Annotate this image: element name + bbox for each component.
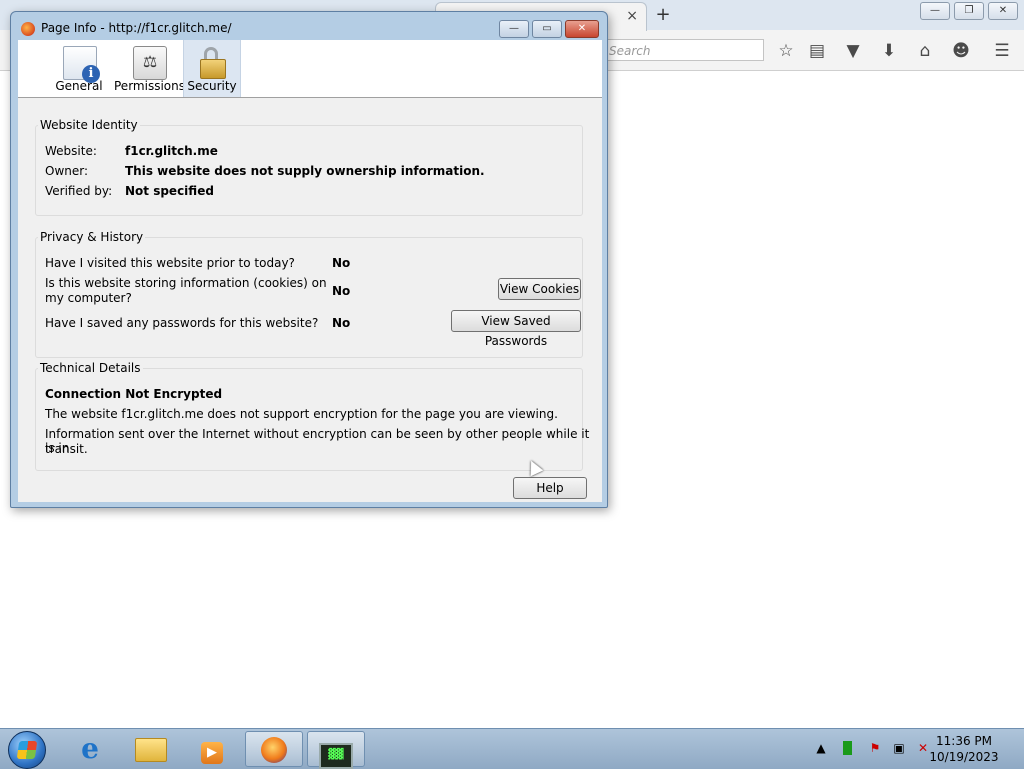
owner-label: Owner: <box>45 164 89 178</box>
transit-warning-line1: Information sent over the Internet witho… <box>45 427 590 455</box>
clock-time: 11:36 PM <box>936 734 992 748</box>
reading-list-icon[interactable]: ▤ <box>805 39 829 63</box>
verified-value: Not specified <box>125 184 214 198</box>
cookies-answer: No <box>332 284 351 298</box>
clock-date: 10/19/2023 <box>929 750 999 764</box>
cookies-question-line2: my computer? <box>45 291 132 305</box>
dialog-window-controls: — ▭ ✕ <box>499 20 599 38</box>
page-info-dialog: Page Info - http://f1cr.glitch.me/ — ▭ ✕… <box>10 11 608 508</box>
lock-icon <box>196 46 228 79</box>
help-button[interactable]: Help <box>513 477 587 499</box>
connection-status-heading: Connection Not Encrypted <box>45 387 223 401</box>
tab-security-label: Security <box>187 79 237 93</box>
info-icon: i <box>63 46 100 83</box>
view-saved-passwords-button[interactable]: View Saved Passwords <box>451 310 581 348</box>
visited-answer: No <box>332 256 351 270</box>
dialog-maximize-button[interactable]: ▭ <box>532 20 562 38</box>
tab-permissions[interactable]: ⚖ Permissions <box>114 40 185 97</box>
technical-details-legend: Technical Details <box>40 361 141 375</box>
owner-value: This website does not supply ownership i… <box>125 164 485 178</box>
windows-logo-icon <box>16 741 38 759</box>
passwords-answer: No <box>332 316 351 330</box>
star-icon[interactable]: ☆ <box>774 39 798 63</box>
tab-close-icon[interactable]: × <box>626 8 638 24</box>
chat-icon[interactable]: ☻ <box>949 39 973 63</box>
tab-general-label: General <box>55 79 103 93</box>
show-hidden-icons-icon[interactable]: ▲ <box>814 741 828 755</box>
dialog-close-button[interactable]: ✕ <box>565 20 599 38</box>
clock[interactable]: 11:36 PM 10/19/2023 <box>924 733 1004 765</box>
tab-general[interactable]: i General <box>42 40 116 97</box>
menu-icon[interactable]: ☰ <box>990 39 1014 63</box>
dialog-title: Page Info - http://f1cr.glitch.me/ <box>41 21 232 35</box>
website-identity-legend: Website Identity <box>40 118 138 132</box>
browser-restore-button[interactable]: ❐ <box>954 2 984 20</box>
search-input[interactable]: Search <box>600 39 764 61</box>
new-tab-button[interactable]: + <box>652 4 674 26</box>
download-icon[interactable]: ⬇ <box>877 39 901 63</box>
battery-icon[interactable] <box>843 741 852 755</box>
dialog-client-area: i General ⚖ Permissions Security Website… <box>18 40 602 502</box>
pocket-icon[interactable]: ▼ <box>841 39 865 63</box>
action-center-icon[interactable]: ⚑ <box>868 741 882 755</box>
page-info-toolbar: i General ⚖ Permissions Security <box>18 40 602 98</box>
permissions-icon: ⚖ <box>133 46 167 80</box>
file-explorer-icon[interactable] <box>122 731 180 767</box>
network-icon[interactable]: ▣ <box>892 741 906 755</box>
tab-security[interactable]: Security <box>183 40 241 97</box>
start-button[interactable] <box>8 731 46 769</box>
taskbar: e ▶ ▓▓ ▲ ⚑ ▣ ✕ 11:36 PM 10/19/2023 <box>0 728 1024 769</box>
browser-close-button[interactable]: ✕ <box>988 2 1018 20</box>
terminal-taskbar-icon[interactable]: ▓▓ <box>307 731 365 769</box>
website-value: f1cr.glitch.me <box>125 144 218 158</box>
tab-permissions-label: Permissions <box>114 79 185 93</box>
browser-window-controls: — ❐ ✕ <box>920 2 1018 20</box>
visited-question: Have I visited this website prior to tod… <box>45 256 295 270</box>
dialog-minimize-button[interactable]: — <box>499 20 529 38</box>
verified-label: Verified by: <box>45 184 113 198</box>
privacy-history-legend: Privacy & History <box>40 230 144 244</box>
internet-explorer-icon[interactable]: e <box>61 731 119 767</box>
website-label: Website: <box>45 144 97 158</box>
view-cookies-button[interactable]: View Cookies <box>498 278 581 300</box>
browser-minimize-button[interactable]: — <box>920 2 950 20</box>
cookies-question-line1: Is this website storing information (coo… <box>45 276 327 290</box>
firefox-icon <box>21 22 35 36</box>
encryption-description: The website f1cr.glitch.me does not supp… <box>45 407 558 421</box>
firefox-taskbar-icon[interactable] <box>245 731 303 767</box>
passwords-question: Have I saved any passwords for this webs… <box>45 316 319 330</box>
dialog-titlebar[interactable]: Page Info - http://f1cr.glitch.me/ — ▭ ✕ <box>11 12 607 40</box>
media-player-icon[interactable]: ▶ <box>183 731 241 767</box>
transit-warning-line2: transit. <box>45 442 88 456</box>
home-icon[interactable]: ⌂ <box>913 39 937 63</box>
